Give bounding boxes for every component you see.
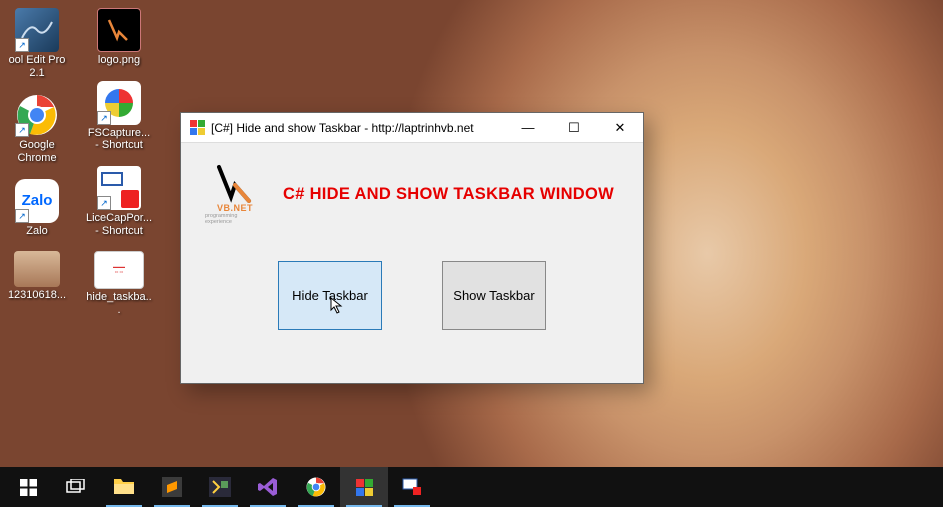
desktop-icons-area: ↗ ool Edit Pro 2.1 ↗ Google Chrome Zalo … [0, 8, 156, 316]
taskview-button[interactable] [52, 467, 100, 507]
taskbar-vstools[interactable] [196, 467, 244, 507]
start-button[interactable] [4, 467, 52, 507]
taskbar-explorer[interactable] [100, 467, 148, 507]
desktop-icon-fscapture[interactable]: ↗ FSCapture... - Shortcut [85, 81, 153, 152]
titlebar[interactable]: [C#] Hide and show Taskbar - http://lapt… [181, 113, 643, 143]
icon-label: Zalo [26, 225, 47, 238]
logo-png-icon [97, 8, 141, 52]
desktop-icon-hide-taskbar[interactable]: ▬▬▬▭ ▭ hide_taskba... [85, 251, 153, 316]
licecap-icon: ↗ [97, 166, 141, 210]
icon-label: 12310618... [8, 289, 66, 302]
show-taskbar-button[interactable]: Show Taskbar [442, 261, 546, 330]
desktop-icon-cooledit[interactable]: ↗ ool Edit Pro 2.1 [3, 8, 71, 79]
desktop-icon-licecap[interactable]: ↗ LiceCapPor... - Shortcut [85, 166, 153, 237]
hide-taskbar-button[interactable]: Hide Taskbar [278, 261, 382, 330]
app-heading: C# HIDE AND SHOW TASKBAR WINDOW [283, 185, 614, 204]
desktop-icon-zalo[interactable]: Zalo ↗ Zalo [3, 179, 71, 238]
desktop-icon-chrome[interactable]: ↗ Google Chrome [3, 93, 71, 164]
icon-label: LiceCapPor... - Shortcut [85, 212, 153, 237]
taskbar-visualstudio[interactable] [244, 467, 292, 507]
taskbar-sublime[interactable] [148, 467, 196, 507]
desktop-icon-logo-png[interactable]: logo.png [85, 8, 153, 67]
taskbar [0, 467, 943, 507]
button-label: Hide Taskbar [292, 288, 368, 303]
taskbar-app[interactable] [340, 467, 388, 507]
icon-label: hide_taskba... [85, 291, 153, 316]
chrome-icon: ↗ [15, 93, 59, 137]
app-window: [C#] Hide and show Taskbar - http://lapt… [180, 112, 644, 384]
file-icon: ▬▬▬▭ ▭ [94, 251, 144, 289]
icon-label: Google Chrome [3, 139, 71, 164]
logo-subtext: programming experience [205, 213, 265, 225]
maximize-button[interactable]: ☐ [551, 113, 597, 142]
desktop-icon-photo[interactable]: 12310618... [3, 251, 71, 302]
cooledit-icon: ↗ [15, 8, 59, 52]
taskbar-chrome[interactable] [292, 467, 340, 507]
icon-label: logo.png [98, 54, 140, 67]
logo-text: VB.NET [217, 203, 253, 213]
icon-label: FSCapture... - Shortcut [85, 127, 153, 152]
window-title: [C#] Hide and show Taskbar - http://lapt… [211, 121, 505, 135]
photo-icon [14, 251, 60, 287]
fscapture-icon: ↗ [97, 81, 141, 125]
icon-label: ool Edit Pro 2.1 [3, 54, 71, 79]
minimize-button[interactable]: — [505, 113, 551, 142]
taskbar-licecap[interactable] [388, 467, 436, 507]
vbnet-logo: VB.NET programming experience [205, 163, 265, 225]
window-body: VB.NET programming experience C# HIDE AN… [181, 143, 643, 350]
window-icon [189, 120, 205, 136]
close-button[interactable]: ✕ [597, 113, 643, 142]
button-label: Show Taskbar [453, 288, 534, 303]
zalo-icon: Zalo ↗ [15, 179, 59, 223]
